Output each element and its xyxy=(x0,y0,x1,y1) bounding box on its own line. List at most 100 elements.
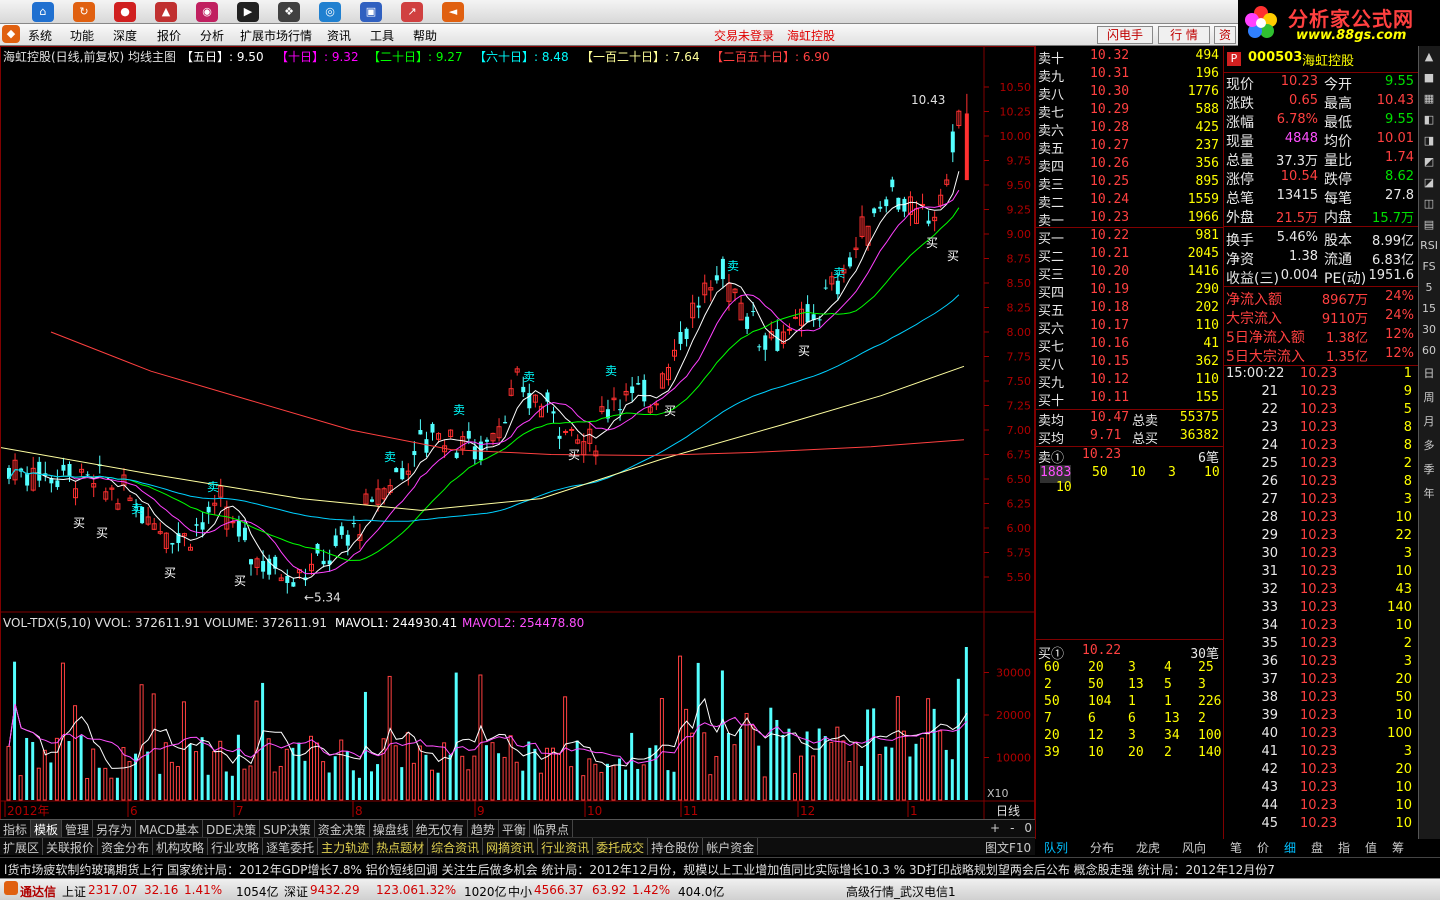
trade-login-status[interactable]: 交易未登录 xyxy=(714,27,774,44)
ext-tab-4[interactable]: 行业攻略 xyxy=(208,838,264,855)
tab-4[interactable]: MACD基本 xyxy=(136,820,204,837)
sell-level-price[interactable]: 10.27 xyxy=(1090,138,1129,156)
ext-tab-10[interactable]: 行业资讯 xyxy=(538,838,594,855)
account-button[interactable]: 资 xyxy=(1214,26,1236,44)
qt-tab-4[interactable]: 指 xyxy=(1338,839,1350,856)
buy-level-price[interactable]: 10.12 xyxy=(1090,372,1129,390)
period-ctrl-0[interactable]: + xyxy=(990,821,1000,835)
home-icon[interactable]: ⌂ xyxy=(32,2,54,22)
qt-tab-3[interactable]: 盘 xyxy=(1311,839,1323,856)
tab-2[interactable]: 管理 xyxy=(62,820,94,837)
qt-tab-2[interactable]: 细 xyxy=(1284,839,1296,856)
ext-tab-6[interactable]: 主力轨迹 xyxy=(318,838,374,855)
ob-tab-2[interactable]: 龙虎 xyxy=(1136,839,1160,856)
app-logo-icon[interactable]: ◆ xyxy=(2,25,20,43)
tool-icon-0[interactable]: ▲ xyxy=(1419,46,1439,67)
server-name[interactable]: 高级行情_武汉电信1 xyxy=(846,883,956,900)
ext-tab-9[interactable]: 网摘资讯 xyxy=(483,838,539,855)
period-btn-3[interactable]: 15 xyxy=(1419,298,1439,319)
sell-level-price[interactable]: 10.31 xyxy=(1090,66,1129,84)
film-icon[interactable]: ❖ xyxy=(278,2,300,22)
tab-9[interactable]: 绝无仅有 xyxy=(413,820,468,837)
sell-level-price[interactable]: 10.32 xyxy=(1090,48,1129,66)
buy-level-price[interactable]: 10.22 xyxy=(1090,228,1129,246)
tool-icon-1[interactable]: ■ xyxy=(1419,67,1439,88)
ticker-text[interactable]: l货市场疲软制约玻璃期货上行 国家统计局：2012年GDP增长7.8% 铝价短线… xyxy=(4,861,1275,878)
candlestick-chart[interactable]: 海虹控股(日线,前复权) 均线主图 【五日】: 9.50 【十日】: 9.32 【二十… xyxy=(0,47,1034,820)
tab-11[interactable]: 平衡 xyxy=(499,820,530,837)
sz-index[interactable]: 9432.29 xyxy=(310,883,360,897)
period-btn-9[interactable]: 多 xyxy=(1419,433,1439,457)
sell-level-price[interactable]: 10.29 xyxy=(1090,102,1129,120)
qt-tab-6[interactable]: 筹 xyxy=(1392,839,1404,856)
menu-tools[interactable]: 工具 xyxy=(370,27,394,44)
ob-tab-1[interactable]: 分布 xyxy=(1090,839,1114,856)
browser-icon[interactable]: ◎ xyxy=(319,2,341,22)
ext-tab-13[interactable]: 帐户资金 xyxy=(703,838,759,855)
period-btn-7[interactable]: 周 xyxy=(1419,385,1439,409)
menu-quote[interactable]: 报价 xyxy=(157,27,181,44)
tool-icon-3[interactable]: ◧ xyxy=(1419,109,1439,130)
ob-tab-3[interactable]: 风向 xyxy=(1182,839,1206,856)
period-btn-1[interactable]: FS xyxy=(1419,256,1439,277)
back-icon[interactable]: ◄ xyxy=(442,2,464,22)
buy-level-price[interactable]: 10.20 xyxy=(1090,264,1129,282)
buy-level-price[interactable]: 10.19 xyxy=(1090,282,1129,300)
sell-level-price[interactable]: 10.25 xyxy=(1090,174,1129,192)
ext-tab-3[interactable]: 机构攻略 xyxy=(153,838,209,855)
ext-tab-11[interactable]: 委托成交 xyxy=(593,838,649,855)
tab-3[interactable]: 另存为 xyxy=(93,820,137,837)
period-label[interactable]: 日线 xyxy=(996,804,1020,818)
qt-tab-1[interactable]: 价 xyxy=(1257,839,1269,856)
tab-0[interactable]: 指标 xyxy=(0,820,32,837)
qq-icon[interactable]: ● xyxy=(114,2,136,22)
tool-icon-7[interactable]: ◫ xyxy=(1419,193,1439,214)
period-btn-10[interactable]: 季 xyxy=(1419,457,1439,481)
tab-5[interactable]: DDE决策 xyxy=(203,820,261,837)
news-ticker[interactable]: l货市场疲软制约玻璃期货上行 国家统计局：2012年GDP增长7.8% 铝价短线… xyxy=(0,857,1440,878)
menu-analysis[interactable]: 分析 xyxy=(200,27,224,44)
ext-tab-8[interactable]: 综合资讯 xyxy=(428,838,484,855)
qt-tab-5[interactable]: 值 xyxy=(1365,839,1377,856)
play-icon[interactable]: ▶ xyxy=(237,2,259,22)
buy-level-price[interactable]: 10.11 xyxy=(1090,390,1129,408)
menu-function[interactable]: 功能 xyxy=(70,27,94,44)
sell-level-price[interactable]: 10.28 xyxy=(1090,120,1129,138)
tool-icon-6[interactable]: ◪ xyxy=(1419,172,1439,193)
sh-label[interactable]: 上证 xyxy=(62,883,86,900)
cube-icon[interactable]: ▣ xyxy=(360,2,382,22)
flash-trade-button[interactable]: 闪电手 xyxy=(1097,26,1153,44)
ext-tab-5[interactable]: 逐笔委托 xyxy=(263,838,319,855)
period-btn-4[interactable]: 30 xyxy=(1419,319,1439,340)
buy-level-price[interactable]: 10.15 xyxy=(1090,354,1129,372)
qt-tab-0[interactable]: 笔 xyxy=(1230,839,1242,856)
sell-level-price[interactable]: 10.23 xyxy=(1090,210,1129,228)
ext-tab-0[interactable]: 扩展区 xyxy=(0,838,44,855)
ob-tab-0[interactable]: 队列 xyxy=(1044,839,1068,856)
period-btn-2[interactable]: 5 xyxy=(1419,277,1439,298)
quote-button[interactable]: 行 情 xyxy=(1158,26,1210,44)
tab-8[interactable]: 操盘线 xyxy=(370,820,413,837)
tool-icon-2[interactable]: ▦ xyxy=(1419,88,1439,109)
buy-level-price[interactable]: 10.21 xyxy=(1090,246,1129,264)
chart-area[interactable]: 海虹控股(日线,前复权) 均线主图 【五日】: 9.50 【十日】: 9.32 【二十… xyxy=(0,46,1035,824)
tab-10[interactable]: 趋势 xyxy=(468,820,499,837)
period-btn-6[interactable]: 日 xyxy=(1419,361,1439,385)
period-ctrl-2[interactable]: 0 xyxy=(1024,821,1032,835)
sz-label[interactable]: 深证 xyxy=(284,883,308,900)
tool-icon-5[interactable]: ◩ xyxy=(1419,151,1439,172)
f10-button[interactable]: 图文F10 xyxy=(985,839,1031,856)
tab-1[interactable]: 模板 xyxy=(31,820,63,837)
zx-index[interactable]: 4566.37 xyxy=(534,883,584,897)
tool-icon-8[interactable]: ▤ xyxy=(1419,214,1439,235)
menu-ext-market[interactable]: 扩展市场行情 xyxy=(240,27,312,44)
sell-level-price[interactable]: 10.30 xyxy=(1090,84,1129,102)
period-btn-0[interactable]: RSI xyxy=(1419,235,1439,256)
zx-label[interactable]: 中小 xyxy=(508,883,532,900)
menu-help[interactable]: 帮助 xyxy=(413,27,437,44)
menu-news[interactable]: 资讯 xyxy=(327,27,351,44)
chart-icon[interactable]: ◉ xyxy=(196,2,218,22)
ext-tab-7[interactable]: 热点题材 xyxy=(373,838,429,855)
buy-level-price[interactable]: 10.18 xyxy=(1090,300,1129,318)
stock-icon[interactable]: ▲ xyxy=(155,2,177,22)
